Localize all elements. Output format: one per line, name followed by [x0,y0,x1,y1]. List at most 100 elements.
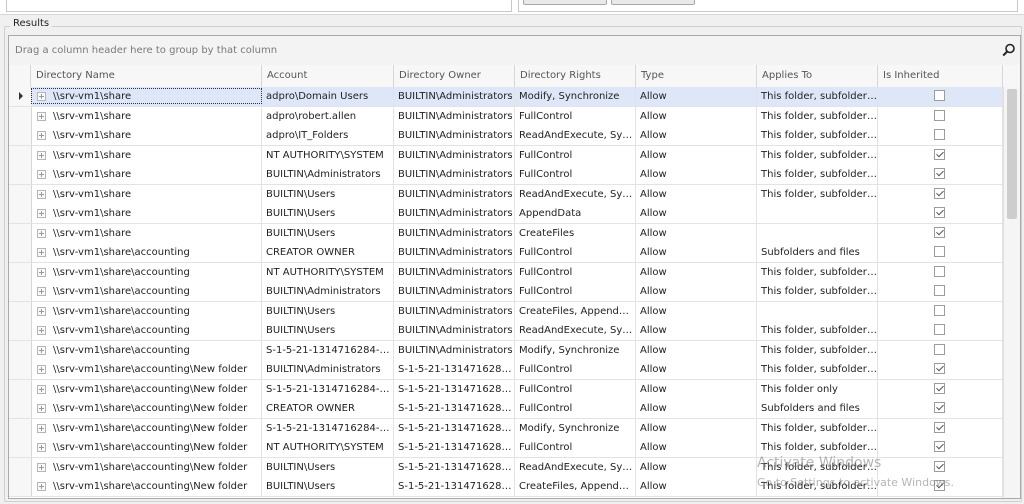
top-button-2[interactable] [611,0,695,5]
applies-to-cell[interactable]: This folder, subfolders ... [757,106,878,126]
directory-rights-cell[interactable]: FullControl [515,106,636,126]
is-inherited-cell[interactable] [878,282,1003,301]
type-cell[interactable]: Allow [636,340,757,360]
type-cell[interactable]: Allow [636,418,757,438]
is-inherited-checkbox[interactable] [934,90,945,101]
is-inherited-cell[interactable] [878,87,1003,106]
directory-owner-cell[interactable]: BUILTIN\Administrators [394,321,515,340]
is-inherited-cell[interactable] [878,301,1003,321]
row-indicator-cell[interactable] [9,204,32,223]
is-inherited-cell[interactable] [878,340,1003,360]
row-indicator-cell[interactable] [9,399,32,418]
table-row[interactable]: \\srv-vm1\share BUILTIN\Users BUILTIN\Admi… [9,223,1003,244]
scrollbar-thumb[interactable] [1007,89,1017,219]
row-indicator-cell[interactable] [9,360,32,379]
expand-plus-icon[interactable] [37,482,46,491]
row-indicator-cell[interactable] [9,184,32,204]
type-cell[interactable]: Allow [636,262,757,282]
is-inherited-checkbox[interactable] [934,226,945,238]
account-cell[interactable]: BUILTIN\Users [262,457,394,477]
directory-rights-cell[interactable]: FullControl [515,262,636,282]
directory-rights-cell[interactable]: ReadAndExecute, Sync... [515,184,636,204]
table-row[interactable]: \\srv-vm1\share\accounting\New folder S-1… [9,379,1003,400]
top-button-1[interactable] [523,0,607,5]
column-header-directory-owner[interactable]: Directory Owner [394,65,515,87]
is-inherited-checkbox[interactable] [934,363,945,374]
type-cell[interactable]: Allow [636,243,757,262]
directory-rights-cell[interactable]: Modify, Synchronize [515,87,636,106]
is-inherited-checkbox[interactable] [934,168,945,179]
directory-owner-cell[interactable]: BUILTIN\Administrators [394,204,515,223]
is-inherited-checkbox[interactable] [934,460,945,472]
directory-owner-cell[interactable]: BUILTIN\Administrators [394,106,515,126]
table-row[interactable]: \\srv-vm1\share adpro\Domain Users BUILTIN… [9,87,1003,107]
expand-plus-icon[interactable] [37,404,46,413]
directory-name-cell[interactable]: \\srv-vm1\share\accounting\New folder [31,477,262,496]
expand-plus-icon[interactable] [37,248,46,257]
table-row[interactable]: \\srv-vm1\share BUILTIN\Users BUILTIN\Admi… [9,184,1003,205]
table-row[interactable]: \\srv-vm1\share\accounting NT AUTHORITY\S… [9,262,1003,283]
expand-plus-icon[interactable] [37,462,46,472]
is-inherited-cell[interactable] [878,223,1003,243]
applies-to-cell[interactable]: This folder, subfolders ... [757,418,878,438]
row-indicator-cell[interactable] [9,145,32,165]
row-indicator-cell[interactable] [9,301,32,321]
directory-owner-cell[interactable]: BUILTIN\Administrators [394,184,515,204]
applies-to-cell[interactable]: This folder, subfolders ... [757,262,878,282]
table-row[interactable]: \\srv-vm1\share\accounting\New folder BUI… [9,360,1003,380]
is-inherited-checkbox[interactable] [934,129,945,140]
column-header-directory-name[interactable]: Directory Name [31,65,262,87]
table-row[interactable]: \\srv-vm1\share adpro\robert.allen BUILTIN… [9,106,1003,127]
applies-to-cell[interactable]: This folder, subfolders ... [757,321,878,340]
expand-plus-icon[interactable] [37,111,46,121]
is-inherited-checkbox[interactable] [934,402,945,413]
applies-to-cell[interactable] [757,223,878,243]
directory-rights-cell[interactable]: CreateFiles [515,223,636,243]
directory-rights-cell[interactable]: FullControl [515,282,636,301]
type-cell[interactable]: Allow [636,204,757,223]
directory-owner-cell[interactable]: S-1-5-21-1314716284-... [394,399,515,418]
account-cell[interactable]: NT AUTHORITY\SYSTEM [262,145,394,165]
applies-to-cell[interactable] [757,204,878,223]
account-cell[interactable]: BUILTIN\Users [262,321,394,340]
is-inherited-cell[interactable] [878,360,1003,379]
directory-owner-cell[interactable]: S-1-5-21-1314716284-... [394,477,515,496]
row-indicator-cell[interactable] [9,165,32,184]
row-indicator-cell[interactable] [9,477,32,496]
directory-name-cell[interactable]: \\srv-vm1\share\accounting [31,340,262,360]
is-inherited-checkbox[interactable] [934,246,945,257]
directory-owner-cell[interactable]: S-1-5-21-1314716284-... [394,457,515,477]
directory-name-cell[interactable]: \\srv-vm1\share\accounting [31,301,262,321]
directory-name-cell[interactable]: \\srv-vm1\share [31,126,262,145]
is-inherited-cell[interactable] [878,321,1003,340]
applies-to-cell[interactable]: This folder, subfolders ... [757,184,878,204]
type-cell[interactable]: Allow [636,321,757,340]
expand-plus-icon[interactable] [37,150,46,160]
directory-name-cell[interactable]: \\srv-vm1\share\accounting\New folder [31,399,262,418]
account-cell[interactable]: BUILTIN\Users [262,301,394,321]
applies-to-cell[interactable]: This folder, subfolders ... [757,145,878,165]
table-row[interactable]: \\srv-vm1\share\accounting BUILTIN\Users B… [9,321,1003,341]
expand-plus-icon[interactable] [37,209,46,218]
directory-rights-cell[interactable]: ReadAndExecute, Sync... [515,457,636,477]
table-row[interactable]: \\srv-vm1\share\accounting\New folder CRE… [9,399,1003,419]
directory-rights-cell[interactable]: CreateFiles, AppendDa... [515,301,636,321]
directory-owner-cell[interactable]: BUILTIN\Administrators [394,87,515,106]
type-cell[interactable]: Allow [636,477,757,496]
table-row[interactable]: \\srv-vm1\share adpro\IT_Folders BUILTIN\A… [9,126,1003,146]
is-inherited-checkbox[interactable] [934,187,945,199]
applies-to-cell[interactable] [757,301,878,321]
expand-plus-icon[interactable] [37,287,46,296]
directory-owner-cell[interactable]: BUILTIN\Administrators [394,301,515,321]
is-inherited-cell[interactable] [878,126,1003,145]
expand-plus-icon[interactable] [37,365,46,374]
expand-plus-icon[interactable] [37,423,46,433]
group-by-panel[interactable]: Drag a column header here to group by th… [9,36,1020,66]
directory-name-cell[interactable]: \\srv-vm1\share\accounting\New folder [31,379,262,399]
type-cell[interactable]: Allow [636,87,757,106]
applies-to-cell[interactable]: Subfolders and files [757,243,878,262]
is-inherited-cell[interactable] [878,399,1003,418]
expand-plus-icon[interactable] [37,384,46,394]
directory-name-cell[interactable]: \\srv-vm1\share\accounting\New folder [31,360,262,379]
is-inherited-checkbox[interactable] [934,421,945,433]
